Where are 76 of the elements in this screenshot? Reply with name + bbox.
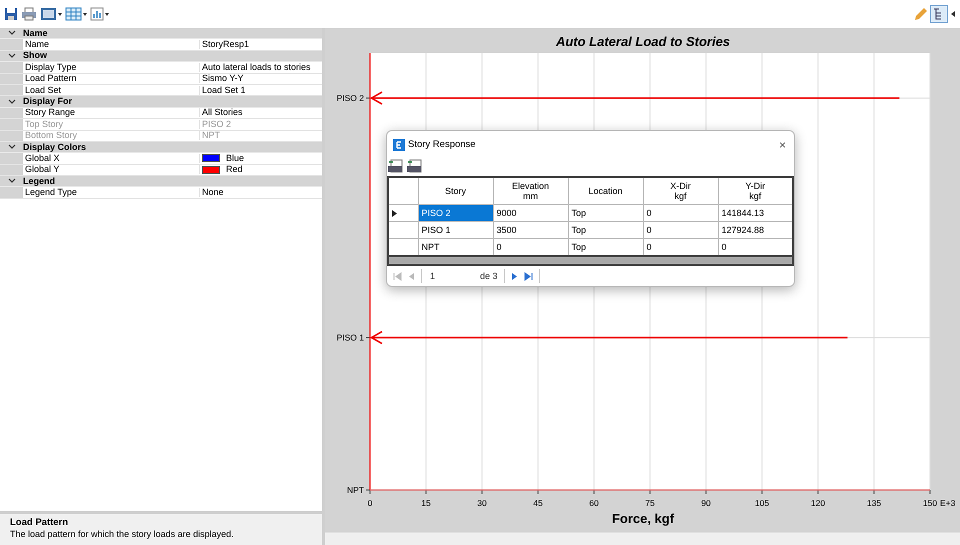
print-icon[interactable]	[21, 7, 37, 21]
table-cell: Top	[568, 204, 643, 222]
property-name: Top Story	[24, 120, 64, 129]
display-dropdown-icon[interactable]	[40, 7, 62, 21]
category-label: Display Colors	[23, 142, 86, 152]
column-header[interactable]: Location	[568, 177, 643, 204]
property-name: Load Pattern	[24, 74, 78, 84]
chart-title: Auto Lateral Load to Stories	[556, 34, 730, 49]
row-gutter	[0, 74, 23, 84]
table-dropdown-icon[interactable]	[65, 7, 87, 21]
html-export-icon[interactable]	[407, 159, 423, 173]
property-value[interactable]: Red	[226, 165, 243, 174]
next-page-icon[interactable]	[510, 272, 518, 280]
property-value[interactable]: None	[202, 188, 224, 198]
page-field[interactable]: 1	[428, 271, 474, 281]
x-tick-label: 75	[645, 498, 655, 508]
x-tick-label: 15	[421, 498, 431, 508]
chevron-icon[interactable]	[8, 178, 16, 184]
property-value[interactable]: Auto lateral loads to stories	[202, 62, 311, 72]
x-tick-label: 30	[477, 498, 487, 508]
x-tick-label: 135	[866, 498, 882, 508]
page-count: de 3	[480, 271, 498, 281]
property-name: Global Y	[24, 165, 60, 174]
property-value[interactable]: Sismo Y-Y	[202, 74, 244, 84]
property-value[interactable]: All Stories	[202, 108, 243, 118]
table-cell: 3500	[493, 222, 568, 238]
property-value[interactable]: StoryResp1	[202, 40, 250, 50]
row-gutter	[0, 119, 23, 130]
scale-label: E+3	[940, 498, 956, 508]
description-title: Load Pattern	[10, 517, 70, 528]
x-tick-label: 90	[701, 498, 711, 508]
table-cell: 9000	[493, 204, 568, 222]
chevron-icon[interactable]	[8, 30, 16, 36]
app-logo-icon	[393, 138, 405, 150]
description-text: The load pattern for which the story loads are displayed.	[10, 529, 235, 539]
tree-view-icon[interactable]	[930, 5, 948, 23]
x-axis-title: Force, kgf	[612, 511, 674, 526]
column-header[interactable]: Elevation mm	[493, 177, 568, 204]
x-tick-label: 0	[368, 498, 372, 508]
x-tick-label: 120	[810, 498, 826, 508]
save-icon[interactable]	[4, 7, 18, 21]
property-name: Legend Type	[24, 188, 78, 198]
close-button[interactable]: ×	[778, 138, 786, 152]
table-cell: 0	[643, 222, 718, 238]
property-name: Story Range	[24, 108, 76, 118]
x-tick-label: 150	[922, 498, 938, 508]
category-label: Show	[23, 51, 47, 60]
table-cell: Top	[568, 222, 643, 238]
last-page-icon[interactable]	[524, 272, 533, 280]
y-tick-label: PISO 1	[336, 332, 364, 343]
property-name: Bottom Story	[24, 131, 78, 140]
property-value[interactable]: Blue	[226, 154, 244, 163]
property-name: Global X	[24, 154, 61, 163]
category-label: Name	[23, 28, 48, 38]
report-dropdown-icon[interactable]	[90, 7, 110, 21]
x-tick-label: 60	[589, 498, 599, 508]
category-label: Display For	[23, 97, 72, 106]
table-cell: PISO 2	[418, 204, 493, 222]
table-cell: PISO 1	[418, 222, 493, 238]
category-label: Legend	[23, 176, 56, 186]
y-tick-label: NPT	[347, 485, 364, 495]
chevron-icon[interactable]	[8, 52, 16, 59]
property-value[interactable]: Load Set 1	[202, 86, 246, 95]
excel-export-icon[interactable]	[388, 159, 404, 173]
dialog-title: Story Response	[408, 139, 477, 150]
chevron-icon[interactable]	[8, 98, 16, 105]
property-name: Name	[24, 40, 50, 50]
y-tick-label: PISO 2	[336, 93, 364, 104]
x-tick-label: 105	[754, 498, 770, 508]
property-name: Display Type	[24, 62, 78, 72]
chevron-icon[interactable]	[8, 144, 16, 150]
x-tick-label: 45	[533, 498, 543, 508]
arrow-icon[interactable]	[951, 9, 956, 19]
table-cell: 0	[643, 204, 718, 222]
property-name: Load Set	[24, 86, 62, 95]
column-header[interactable]: X-Dir kgf	[643, 177, 718, 204]
